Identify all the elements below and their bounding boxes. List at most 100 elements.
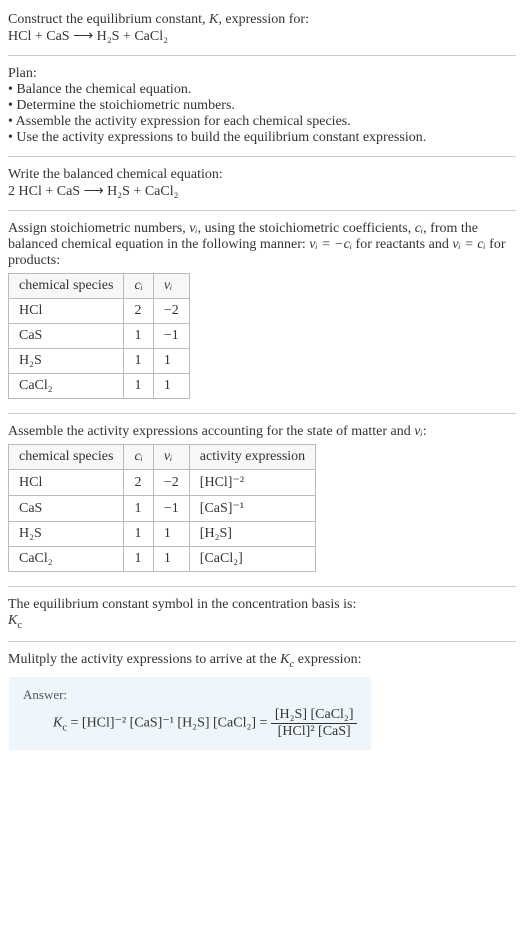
cell-species: CaCl₂ (9, 547, 124, 572)
cell-ci: 1 (124, 522, 153, 547)
col-nui: νᵢ (153, 274, 189, 299)
table-row: CaS 1 −1 (9, 324, 190, 349)
intro-line1: Construct the equilibrium constant, K, e… (8, 12, 516, 28)
cell-activity: [CaS]⁻¹ (189, 496, 315, 522)
stoich-text-a: Assign stoichiometric numbers, (8, 221, 189, 236)
cell-nui: −1 (153, 496, 189, 522)
cell-ci: 1 (124, 496, 153, 522)
basis-block: The equilibrium constant symbol in the c… (8, 591, 516, 637)
nu-symbol: νᵢ (189, 221, 197, 236)
intro-text-a: Construct the equilibrium constant, (8, 12, 209, 27)
table-row: H₂S 1 1 [H₂S] (9, 522, 316, 547)
cell-nui: 1 (153, 522, 189, 547)
plan-bullet-2: • Determine the stoichiometric numbers. (8, 98, 516, 114)
activity-table: chemical species cᵢ νᵢ activity expressi… (8, 444, 316, 572)
fraction-denominator: [HCl]² [CaS] (271, 724, 358, 740)
multiply-line: Mulitply the activity expressions to arr… (8, 652, 516, 670)
col-nui: νᵢ (153, 445, 189, 470)
cell-nui: 1 (153, 349, 189, 374)
cell-species: CaCl₂ (9, 374, 124, 399)
table-row: CaCl₂ 1 1 (9, 374, 190, 399)
nu-react-rel: νᵢ = −cᵢ (309, 237, 352, 252)
balanced-equation: 2 HCl + CaS ⟶ H₂S + CaCl₂ (8, 183, 516, 200)
answer-box: Answer: Kc = [HCl]⁻² [CaS]⁻¹ [H₂S] [CaCl… (8, 676, 372, 751)
table-row: HCl 2 −2 (9, 299, 190, 324)
plan-bullet-3: • Assemble the activity expression for e… (8, 114, 516, 130)
answer-label: Answer: (23, 687, 357, 703)
divider (8, 586, 516, 587)
multiply-text-a: Mulitply the activity expressions to arr… (8, 652, 280, 667)
activity-heading-a: Assemble the activity expressions accoun… (8, 424, 414, 439)
c-symbol: cᵢ (415, 221, 423, 236)
col-ci: cᵢ (124, 274, 153, 299)
cell-ci: 1 (124, 374, 153, 399)
col-species: chemical species (9, 274, 124, 299)
divider (8, 55, 516, 56)
ci-header: cᵢ (134, 278, 142, 293)
cell-activity: [CaCl₂] (189, 547, 315, 572)
stoich-table: chemical species cᵢ νᵢ HCl 2 −2 CaS 1 −1… (8, 273, 190, 399)
cell-species: H₂S (9, 349, 124, 374)
k-sub: c (17, 620, 22, 631)
stoich-block: Assign stoichiometric numbers, νᵢ, using… (8, 215, 516, 409)
cell-species: HCl (9, 470, 124, 496)
plan-bullet-4: • Use the activity expressions to build … (8, 130, 516, 146)
k-letter: K (8, 613, 17, 628)
plan-heading: Plan: (8, 66, 516, 82)
cell-nui: 1 (153, 547, 189, 572)
cell-ci: 2 (124, 299, 153, 324)
nu-symbol: νᵢ (414, 424, 422, 439)
cell-species: CaS (9, 496, 124, 522)
cell-ci: 1 (124, 324, 153, 349)
table-header-row: chemical species cᵢ νᵢ (9, 274, 190, 299)
cell-species: HCl (9, 299, 124, 324)
answer-expression: Kc = [HCl]⁻² [CaS]⁻¹ [H₂S] [CaCl₂] = [H₂… (23, 707, 357, 740)
cell-nui: −2 (153, 470, 189, 496)
cell-activity: [HCl]⁻² (189, 470, 315, 496)
stoich-text: Assign stoichiometric numbers, νᵢ, using… (8, 221, 516, 269)
cell-species: H₂S (9, 522, 124, 547)
col-ci: cᵢ (124, 445, 153, 470)
ci-header: cᵢ (134, 449, 142, 464)
basis-line: The equilibrium constant symbol in the c… (8, 597, 516, 613)
k-letter: K (280, 652, 289, 667)
cell-activity: [H₂S] (189, 522, 315, 547)
k-letter: K (53, 715, 62, 730)
plan-block: Plan: • Balance the chemical equation. •… (8, 60, 516, 152)
stoich-text-d: for reactants and (352, 237, 452, 252)
intro-text-b: , expression for: (218, 12, 309, 27)
nui-header: νᵢ (164, 278, 172, 293)
divider (8, 641, 516, 642)
k-symbol: K (209, 12, 218, 27)
table-row: H₂S 1 1 (9, 349, 190, 374)
balanced-block: Write the balanced chemical equation: 2 … (8, 161, 516, 206)
stoich-text-b: , using the stoichiometric coefficients, (198, 221, 415, 236)
unbalanced-equation: HCl + CaS ⟶ H₂S + CaCl₂ (8, 28, 516, 45)
table-row: HCl 2 −2 [HCl]⁻² (9, 470, 316, 496)
table-row: CaCl₂ 1 1 [CaCl₂] (9, 547, 316, 572)
cell-species: CaS (9, 324, 124, 349)
nui-header: νᵢ (164, 449, 172, 464)
divider (8, 413, 516, 414)
divider (8, 156, 516, 157)
fraction-numerator: [H₂S] [CaCl₂] (271, 707, 358, 724)
col-species: chemical species (9, 445, 124, 470)
answer-mid: = [HCl]⁻² [CaS]⁻¹ [H₂S] [CaCl₂] = (67, 715, 271, 730)
activity-heading: Assemble the activity expressions accoun… (8, 424, 516, 440)
activity-heading-b: : (423, 424, 427, 439)
table-header-row: chemical species cᵢ νᵢ activity expressi… (9, 445, 316, 470)
multiply-text-b: expression: (294, 652, 361, 667)
answer-fraction: [H₂S] [CaCl₂] [HCl]² [CaS] (271, 707, 358, 740)
divider (8, 210, 516, 211)
cell-ci: 2 (124, 470, 153, 496)
nu-prod-rel: νᵢ = cᵢ (452, 237, 485, 252)
multiply-block: Mulitply the activity expressions to arr… (8, 646, 516, 757)
table-row: CaS 1 −1 [CaS]⁻¹ (9, 496, 316, 522)
balanced-heading: Write the balanced chemical equation: (8, 167, 516, 183)
cell-nui: −2 (153, 299, 189, 324)
intro-block: Construct the equilibrium constant, K, e… (8, 6, 516, 51)
cell-ci: 1 (124, 349, 153, 374)
kc-inline: Kc (280, 652, 294, 667)
cell-ci: 1 (124, 547, 153, 572)
kc-symbol: Kc (8, 613, 516, 631)
